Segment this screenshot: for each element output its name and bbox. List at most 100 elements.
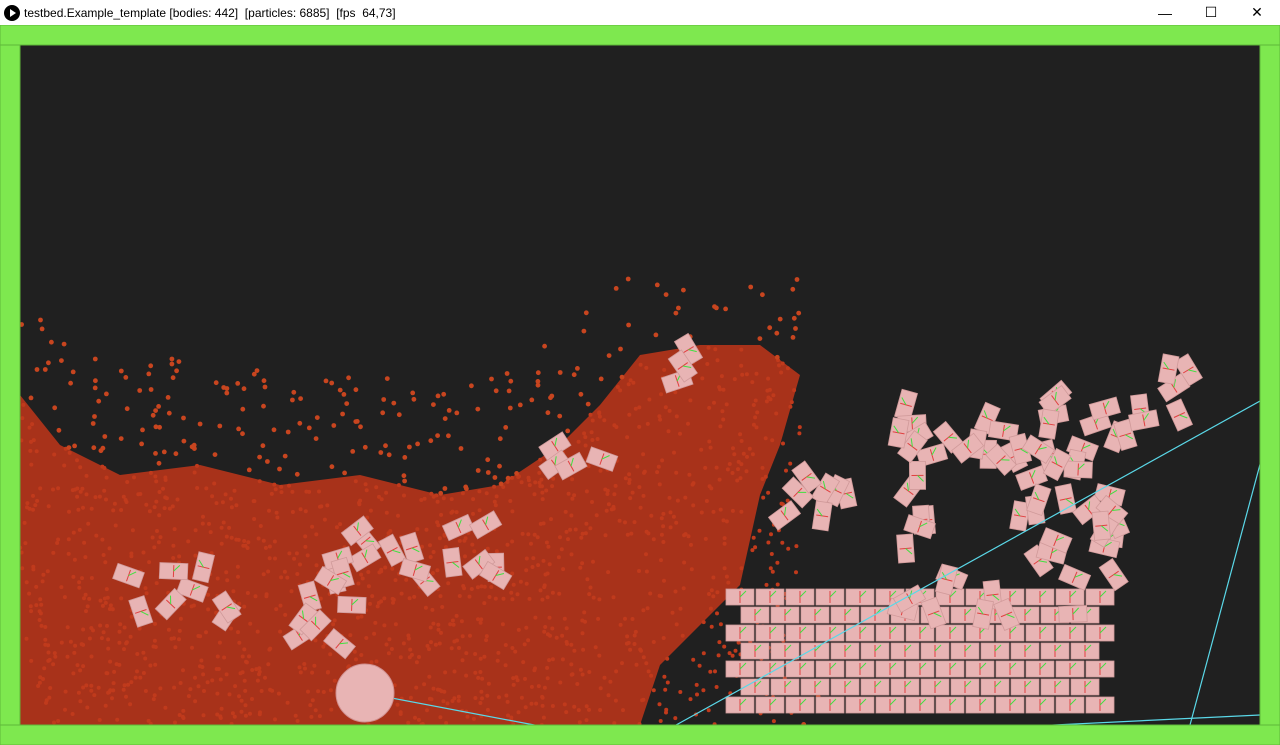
particle	[493, 503, 498, 508]
particle	[777, 316, 783, 322]
particle	[290, 489, 295, 494]
particle	[780, 540, 785, 545]
particle	[540, 597, 545, 602]
particle	[148, 387, 154, 392]
particle	[224, 390, 230, 396]
particle	[612, 492, 617, 497]
particle	[297, 665, 302, 670]
particle	[156, 460, 162, 466]
simulation-canvas[interactable]	[0, 25, 1280, 745]
particle	[154, 581, 159, 586]
particle	[568, 527, 573, 532]
particle	[625, 276, 631, 282]
box-body	[442, 546, 463, 578]
particle	[368, 601, 372, 606]
particle	[237, 694, 241, 699]
particle	[519, 480, 524, 485]
close-icon[interactable]: ✕	[1234, 0, 1280, 25]
particle	[593, 645, 598, 650]
particle	[278, 603, 283, 608]
particle	[428, 555, 433, 559]
particle	[628, 378, 633, 383]
particle	[438, 490, 444, 496]
particle	[628, 647, 633, 652]
particle	[796, 310, 802, 316]
particle	[210, 678, 215, 683]
particle	[334, 525, 339, 530]
particle	[625, 435, 630, 440]
particle	[265, 459, 270, 464]
particle	[724, 574, 729, 579]
particle	[661, 524, 666, 529]
physics-viewport[interactable]	[0, 25, 1280, 745]
particle	[217, 640, 222, 645]
particle	[537, 470, 542, 475]
particle	[92, 693, 97, 698]
particle	[484, 634, 489, 639]
minimize-icon[interactable]: —	[1142, 0, 1188, 25]
box-body	[908, 460, 927, 490]
particle	[84, 473, 89, 478]
particle	[141, 550, 146, 555]
particle	[381, 397, 387, 402]
particle	[262, 384, 268, 390]
particle	[272, 539, 277, 544]
particle	[100, 537, 105, 542]
particle	[269, 491, 274, 496]
particle	[478, 701, 483, 705]
particle	[545, 632, 550, 637]
particle	[200, 665, 205, 669]
particle	[67, 509, 71, 514]
particle	[229, 505, 234, 510]
box-body	[725, 660, 755, 678]
particle	[626, 640, 631, 645]
particle	[793, 326, 798, 331]
particle	[41, 677, 45, 681]
particle	[618, 388, 623, 393]
particle	[240, 654, 245, 659]
maximize-icon[interactable]: ☐	[1188, 0, 1234, 25]
particle	[433, 642, 438, 647]
particle	[321, 644, 326, 649]
particle	[485, 693, 490, 698]
particle	[39, 326, 45, 332]
particle	[122, 647, 126, 652]
particle	[774, 330, 780, 336]
particle	[153, 451, 158, 456]
particle	[34, 367, 40, 372]
particle	[72, 443, 77, 449]
particle	[629, 531, 634, 536]
particle	[275, 515, 280, 520]
particle	[542, 629, 547, 634]
particle	[401, 641, 406, 646]
particle	[234, 503, 239, 508]
particle	[653, 332, 659, 338]
particle	[37, 618, 42, 622]
particle	[520, 531, 525, 536]
particle	[672, 450, 676, 455]
particle	[547, 658, 552, 663]
particle	[201, 514, 205, 519]
particle	[754, 371, 759, 376]
particle	[264, 592, 269, 597]
particle	[673, 310, 679, 316]
particle	[78, 668, 83, 673]
particle	[613, 698, 618, 703]
particle	[675, 498, 680, 503]
particle	[61, 341, 67, 347]
box-body	[950, 678, 980, 696]
particle	[359, 572, 364, 577]
particle	[393, 578, 398, 583]
particle	[388, 529, 393, 533]
particle	[457, 538, 462, 543]
particle	[232, 714, 237, 719]
particle	[541, 521, 546, 526]
particle	[107, 546, 112, 551]
particle	[463, 536, 468, 541]
particle	[714, 465, 719, 470]
particle	[104, 671, 109, 676]
play-icon[interactable]	[4, 4, 20, 21]
particle	[135, 669, 139, 674]
particle	[704, 499, 709, 503]
box-body	[725, 696, 755, 714]
